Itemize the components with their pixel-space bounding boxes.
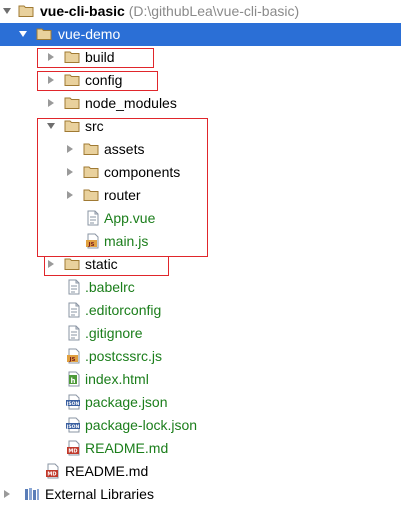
tree-row-app-vue[interactable]: App.vue — [0, 207, 401, 230]
tree-row-index-html[interactable]: h index.html — [0, 368, 401, 391]
chevron-right-icon[interactable] — [46, 75, 56, 85]
tree-row-assets[interactable]: assets — [0, 138, 401, 161]
chevron-right-icon[interactable] — [46, 259, 56, 269]
json-file-icon: JSON — [66, 394, 82, 410]
markdown-file-icon: MD — [45, 463, 61, 479]
svg-text:JS: JS — [68, 357, 75, 363]
tree-row-postcssrc[interactable]: JS .postcssrc.js — [0, 345, 401, 368]
chevron-right-icon[interactable] — [2, 489, 12, 499]
tree-row-main-js[interactable]: JS main.js — [0, 230, 401, 253]
index-html-label: index.html — [85, 371, 149, 387]
svg-text:JSON: JSON — [66, 401, 79, 407]
chevron-right-icon[interactable] — [46, 98, 56, 108]
tree-row-src[interactable]: src — [0, 115, 401, 138]
folder-icon — [83, 164, 99, 180]
folder-icon — [83, 187, 99, 203]
router-label: router — [104, 187, 141, 203]
vue-demo-label: vue-demo — [58, 26, 121, 42]
tree-row-router[interactable]: router — [0, 184, 401, 207]
app-vue-label: App.vue — [104, 210, 156, 226]
chevron-right-icon[interactable] — [65, 144, 75, 154]
tree-row-vue-demo[interactable]: vue-demo — [0, 23, 401, 46]
folder-icon — [64, 256, 80, 272]
root-path: (D:\githubLea\vue-cli-basic) — [128, 3, 300, 19]
svg-text:MD: MD — [47, 472, 56, 478]
folder-icon — [64, 118, 80, 134]
tree-row-gitignore[interactable]: .gitignore — [0, 322, 401, 345]
assets-label: assets — [104, 141, 145, 157]
main-js-label: main.js — [104, 233, 149, 249]
readme-outer-label: README.md — [65, 463, 149, 479]
tree-row-readme-inner[interactable]: MD README.md — [0, 437, 401, 460]
tree-row-node-modules[interactable]: node_modules — [0, 92, 401, 115]
tree-row-root[interactable]: vue-cli-basic (D:\githubLea\vue-cli-basi… — [0, 0, 401, 23]
tree-row-babelrc[interactable]: .babelrc — [0, 276, 401, 299]
package-json-label: package.json — [85, 394, 168, 410]
folder-icon — [36, 26, 52, 42]
root-name: vue-cli-basic — [40, 3, 125, 19]
postcssrc-label: .postcssrc.js — [85, 348, 163, 364]
markdown-file-icon: MD — [66, 440, 82, 456]
readme-inner-label: README.md — [85, 440, 169, 456]
library-icon — [24, 486, 40, 502]
project-tree: vue-cli-basic (D:\githubLea\vue-cli-basi… — [0, 0, 401, 522]
tree-row-components[interactable]: components — [0, 161, 401, 184]
tree-row-package-json[interactable]: JSON package.json — [0, 391, 401, 414]
folder-icon — [64, 49, 80, 65]
node-modules-label: node_modules — [85, 95, 177, 111]
chevron-right-icon[interactable] — [46, 52, 56, 62]
babelrc-label: .babelrc — [85, 279, 135, 295]
tree-row-readme-outer[interactable]: MD README.md — [0, 460, 401, 483]
chevron-right-icon[interactable] — [65, 190, 75, 200]
vue-file-icon — [85, 210, 101, 226]
gitignore-label: .gitignore — [85, 325, 143, 341]
svg-text:JS: JS — [87, 242, 94, 248]
html-file-icon: h — [66, 371, 82, 387]
package-lock-json-label: package-lock.json — [85, 417, 198, 433]
tree-row-editorconfig[interactable]: .editorconfig — [0, 299, 401, 322]
js-file-icon: JS — [85, 233, 101, 249]
svg-text:h: h — [71, 377, 76, 385]
chevron-down-icon[interactable] — [18, 29, 28, 39]
text-file-icon — [66, 302, 82, 318]
tree-row-external-libraries[interactable]: External Libraries — [0, 483, 401, 506]
config-label: config — [85, 72, 123, 88]
folder-icon — [83, 141, 99, 157]
js-file-icon: JS — [66, 348, 82, 364]
folder-icon — [18, 3, 34, 19]
root-label: vue-cli-basic (D:\githubLea\vue-cli-basi… — [40, 0, 299, 23]
editorconfig-label: .editorconfig — [85, 302, 162, 318]
static-label: static — [85, 256, 118, 272]
components-label: components — [104, 164, 181, 180]
chevron-down-icon[interactable] — [46, 121, 56, 131]
tree-row-config[interactable]: config — [0, 69, 401, 92]
src-label: src — [85, 118, 104, 134]
tree-row-static[interactable]: static — [0, 253, 401, 276]
svg-text:JSON: JSON — [66, 424, 79, 430]
tree-row-build[interactable]: build — [0, 46, 401, 69]
tree-row-package-lock-json[interactable]: JSON package-lock.json — [0, 414, 401, 437]
svg-text:MD: MD — [68, 449, 77, 455]
chevron-down-icon[interactable] — [2, 6, 12, 16]
folder-icon — [64, 72, 80, 88]
build-label: build — [85, 49, 115, 65]
chevron-right-icon[interactable] — [65, 167, 75, 177]
folder-icon — [64, 95, 80, 111]
text-file-icon — [66, 279, 82, 295]
text-file-icon — [66, 325, 82, 341]
json-file-icon: JSON — [66, 417, 82, 433]
external-libraries-label: External Libraries — [45, 486, 154, 502]
